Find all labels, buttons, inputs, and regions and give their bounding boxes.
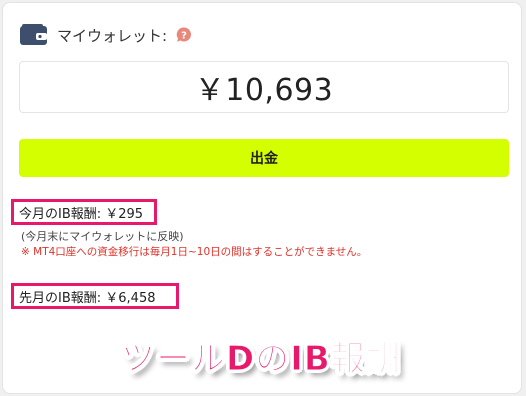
help-glyph: ?: [181, 31, 187, 42]
last-month-ib-reward: 先月のIB報酬: ￥6,458: [11, 283, 179, 309]
this-month-note: (今月末にマイウォレットに反映): [21, 230, 184, 243]
wallet-header: マイウォレット: ?: [19, 23, 193, 47]
withdraw-button[interactable]: 出金: [19, 139, 509, 177]
transfer-warning: ※ MT4口座への資金移行は毎月1日~10日の間はすることができません。: [21, 246, 368, 258]
help-icon[interactable]: ?: [175, 26, 193, 44]
this-month-ib-reward: 今月のIB報酬: ￥295: [11, 199, 157, 225]
wallet-label: マイウォレット:: [57, 26, 168, 45]
overlay-title: ツールDのIB報酬: [121, 339, 401, 380]
wallet-icon: [20, 24, 47, 45]
wallet-balance: ￥10,693: [19, 61, 509, 113]
wallet-card: マイウォレット: ? ￥10,693 出金 今月のIB報酬: ￥295 (今月末…: [2, 2, 522, 394]
